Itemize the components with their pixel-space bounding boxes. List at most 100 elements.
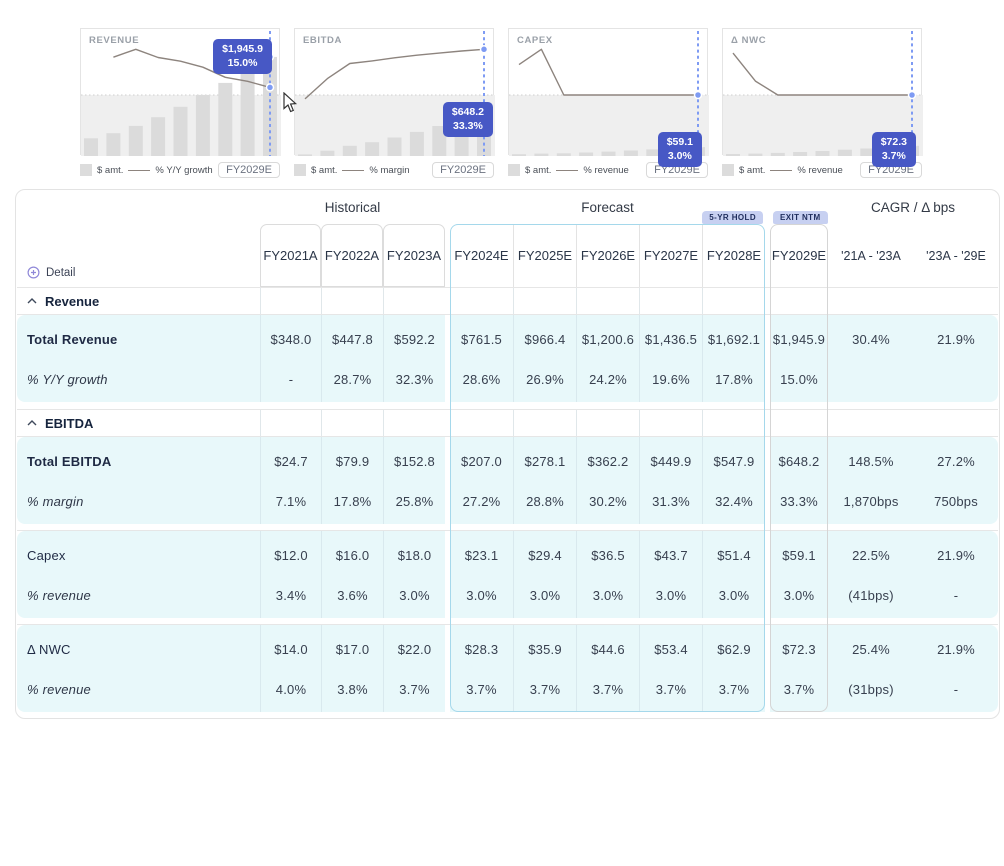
cell-value-secondary: 25.8% bbox=[384, 494, 445, 509]
table-cell: 22.5%(41bps) bbox=[828, 531, 914, 618]
cell-value-primary: $24.7 bbox=[261, 454, 321, 469]
cell-value-secondary: 17.8% bbox=[703, 372, 765, 387]
cell-value-primary: $449.9 bbox=[640, 454, 702, 469]
cell-value-primary: $14.0 bbox=[261, 642, 321, 657]
legend-line-label: % revenue bbox=[797, 165, 842, 176]
table-cell: $35.93.7% bbox=[513, 625, 576, 712]
chart--nwc: Δ NWC $72.33.7% $ amt. % revenue FY2029E bbox=[722, 28, 922, 180]
table-cell: 27.2% 750bps bbox=[914, 437, 998, 524]
table-cell: $152.8 25.8% bbox=[383, 437, 445, 524]
section-cell bbox=[321, 410, 383, 436]
mouse-cursor bbox=[283, 92, 298, 113]
cell-value-primary: $53.4 bbox=[640, 642, 702, 657]
chart-panel: CAPEX $59.13.0% bbox=[508, 28, 708, 155]
section-cell bbox=[914, 410, 998, 436]
cell-value-primary: $12.0 bbox=[261, 548, 321, 563]
cell-value-primary: $18.0 bbox=[384, 548, 445, 563]
chart-ebitda: EBITDA $648.233.3% $ amt. % margin FY202… bbox=[294, 28, 494, 180]
table-cell: $36.53.0% bbox=[576, 531, 639, 618]
cell-value-primary: $547.9 bbox=[703, 454, 765, 469]
column-header-fy2029e: FY2029E bbox=[770, 224, 828, 287]
chart-year-selector[interactable]: FY2029E bbox=[218, 162, 280, 178]
cell-value-primary: $207.0 bbox=[450, 454, 513, 469]
cell-value-secondary: 3.8% bbox=[322, 682, 383, 697]
table-cell: $62.93.7% bbox=[702, 625, 765, 712]
cell-value-secondary: - bbox=[914, 588, 998, 603]
legend-line-label: % margin bbox=[369, 165, 409, 176]
section-cell bbox=[639, 410, 702, 436]
table-cell: $17.03.8% bbox=[321, 625, 383, 712]
cell-value-primary: 30.4% bbox=[828, 332, 914, 347]
cell-value-primary: $447.8 bbox=[322, 332, 383, 347]
section-row-ebitda: EBITDA bbox=[17, 410, 998, 436]
cell-value-primary: $152.8 bbox=[384, 454, 445, 469]
cell-value-secondary: % revenue bbox=[27, 682, 260, 697]
cell-value-primary: $51.4 bbox=[703, 548, 765, 563]
group-header-historical: Historical bbox=[260, 190, 445, 224]
metric-block--nwc: Δ NWC% revenue$14.04.0%$17.03.8%$22.03.7… bbox=[17, 625, 998, 712]
chevron-up-icon bbox=[27, 298, 37, 304]
cell-value-secondary: 3.0% bbox=[703, 588, 765, 603]
table-cell: $59.13.0% bbox=[770, 531, 828, 618]
cell-value-secondary: 26.9% bbox=[514, 372, 576, 387]
column-header-cagr-1: '21A - '23A bbox=[828, 224, 914, 287]
detail-toggle[interactable]: Detail bbox=[27, 266, 75, 279]
chart-title: REVENUE bbox=[89, 35, 139, 46]
table-cell: $966.426.9% bbox=[513, 315, 576, 402]
section-toggle[interactable]: Revenue bbox=[17, 294, 260, 309]
cell-value-secondary: 3.0% bbox=[577, 588, 639, 603]
section-cell bbox=[576, 410, 639, 436]
table-cell: $44.63.7% bbox=[576, 625, 639, 712]
table-cell: $207.027.2% bbox=[450, 437, 513, 524]
column-header-fy2028e: FY2028E bbox=[702, 224, 765, 287]
cell-value-primary: $28.3 bbox=[450, 642, 513, 657]
table-cell: $79.917.8% bbox=[321, 437, 383, 524]
table-cell: 30.4% bbox=[828, 315, 914, 402]
line-swatch-icon bbox=[128, 170, 150, 171]
table-cell: $18.03.0% bbox=[383, 531, 445, 618]
chart-year-selector[interactable]: FY2029E bbox=[432, 162, 494, 178]
chart-legend: $ amt. % margin FY2029E bbox=[294, 160, 494, 180]
table-cell: $592.232.3% bbox=[383, 315, 445, 402]
cell-value-secondary: 3.0% bbox=[640, 588, 702, 603]
cell-value-secondary: (31bps) bbox=[828, 682, 914, 697]
table-cell: $53.43.7% bbox=[639, 625, 702, 712]
cell-value-primary: $16.0 bbox=[322, 548, 383, 563]
chart-title: CAPEX bbox=[517, 35, 553, 46]
cell-value-primary: $761.5 bbox=[450, 332, 513, 347]
cell-value-secondary: 3.0% bbox=[770, 588, 828, 603]
cell-value-primary: $1,945.9 bbox=[770, 332, 828, 347]
legend-bar-label: $ amt. bbox=[739, 165, 765, 176]
cell-value-secondary: 28.6% bbox=[450, 372, 513, 387]
cell-value-secondary: 24.2% bbox=[577, 372, 639, 387]
charts-row: REVENUE $1,945.915.0% $ amt. % Y/Y growt… bbox=[80, 28, 1004, 180]
cell-value-primary: $648.2 bbox=[770, 454, 828, 469]
chart-title: Δ NWC bbox=[731, 35, 766, 46]
cell-value-primary: 21.9% bbox=[914, 642, 998, 657]
section-cell bbox=[383, 410, 445, 436]
chart-panel: Δ NWC $72.33.7% bbox=[722, 28, 922, 155]
cell-value-secondary: % margin bbox=[27, 494, 260, 509]
cell-value-secondary: 3.0% bbox=[450, 588, 513, 603]
section-cell bbox=[321, 288, 383, 314]
cell-value-primary: 27.2% bbox=[914, 454, 998, 469]
metric-label-cell: Capex% revenue bbox=[17, 531, 260, 618]
table-cell: $24.77.1% bbox=[260, 437, 321, 524]
section-cell bbox=[702, 410, 765, 436]
section-toggle[interactable]: EBITDA bbox=[17, 416, 260, 431]
table-cell: $547.932.4% bbox=[702, 437, 765, 524]
chart-panel: EBITDA $648.233.3% bbox=[294, 28, 494, 155]
cell-value-secondary: 750bps bbox=[914, 494, 998, 509]
table-cell: $28.33.7% bbox=[450, 625, 513, 712]
legend-bar-label: $ amt. bbox=[97, 165, 123, 176]
section-cell bbox=[828, 288, 914, 314]
chevron-up-icon bbox=[27, 420, 37, 426]
table-cell: $1,200.624.2% bbox=[576, 315, 639, 402]
table-cell: $51.4 3.0% bbox=[702, 531, 765, 618]
legend-bar-label: $ amt. bbox=[311, 165, 337, 176]
cell-value-primary: 21.9% bbox=[914, 548, 998, 563]
table-cell: $14.0 4.0% bbox=[260, 625, 321, 712]
section-cell bbox=[513, 288, 576, 314]
cell-value-secondary: 4.0% bbox=[261, 682, 321, 697]
cell-value-primary: $79.9 bbox=[322, 454, 383, 469]
